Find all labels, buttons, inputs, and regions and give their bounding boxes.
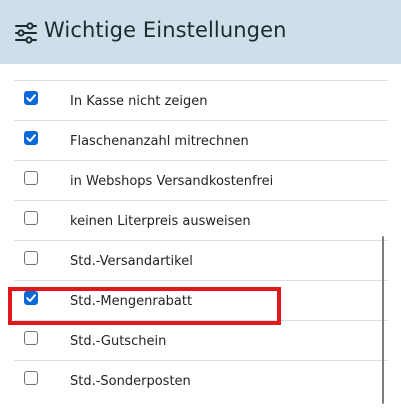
highlight-box [8,287,281,325]
checkbox[interactable] [24,91,38,105]
setting-label: Std.-Versandartikel [70,254,193,269]
setting-label: Flaschenanzahl mitrechnen [70,134,249,149]
settings-panel: Wichtige Einstellungen In Kasse nicht ze… [0,0,401,411]
scrollbar[interactable] [382,236,384,404]
setting-row[interactable]: keinen Literpreis ausweisen [14,200,388,240]
checkbox[interactable] [24,131,38,145]
checkbox[interactable] [24,251,38,265]
checkbox[interactable] [24,171,38,185]
sliders-icon [14,21,38,45]
setting-row[interactable]: Std.-Gutschein [14,320,388,360]
checkbox[interactable] [24,331,38,345]
setting-label: In Kasse nicht zeigen [70,94,208,109]
settings-list: In Kasse nicht zeigen Flaschenanzahl mitr… [14,80,388,400]
setting-label: in Webshops Versandkostenfrei [70,174,274,189]
setting-row[interactable]: Flaschenanzahl mitrechnen [14,120,388,160]
panel-header: Wichtige Einstellungen [0,0,401,64]
checkbox[interactable] [24,211,38,225]
panel-title: Wichtige Einstellungen [44,18,287,42]
setting-row[interactable]: In Kasse nicht zeigen [14,80,388,120]
setting-row[interactable]: in Webshops Versandkostenfrei [14,160,388,200]
setting-label: Std.-Gutschein [70,334,167,349]
setting-row[interactable]: Std.-Versandartikel [14,240,388,280]
setting-label: keinen Literpreis ausweisen [70,214,251,229]
setting-row[interactable]: Std.-Sonderposten [14,360,388,400]
setting-label: Std.-Sonderposten [70,374,191,389]
checkbox[interactable] [24,371,38,385]
